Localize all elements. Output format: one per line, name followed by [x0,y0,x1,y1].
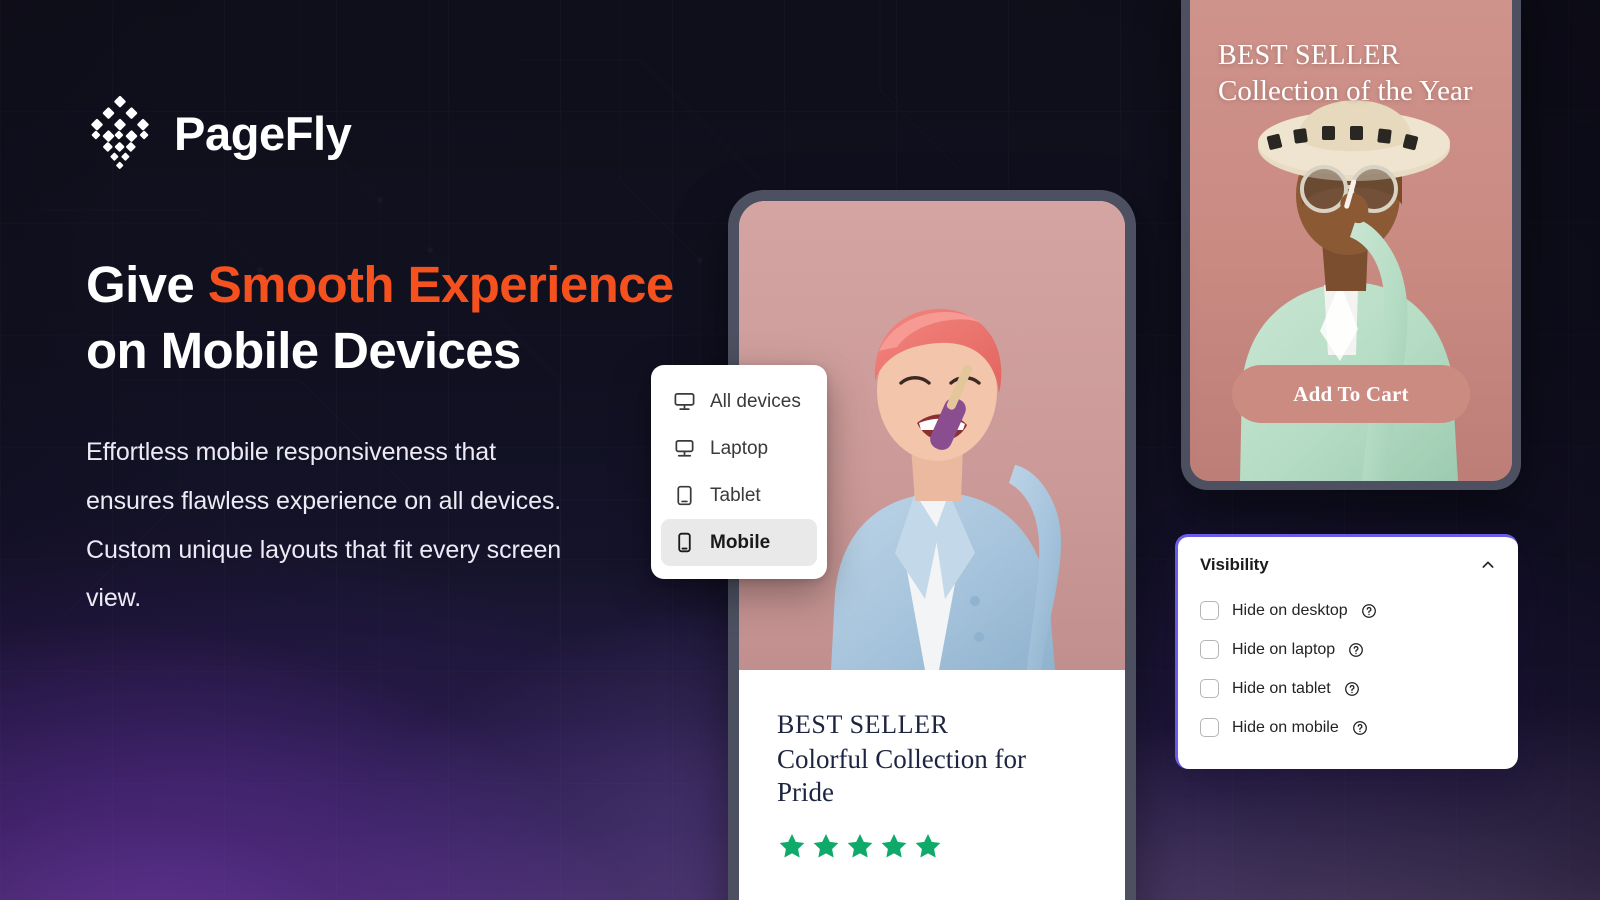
star-icon [779,833,805,858]
tablet-device-preview: BEST SELLER Collection of the Year Add T… [1181,0,1521,490]
star-icon [813,833,839,858]
headline-part-2: on Mobile Devices [86,322,521,380]
device-option-label: Tablet [710,484,761,506]
visibility-option-row[interactable]: Hide on mobile [1200,708,1496,747]
visibility-panel-header[interactable]: Visibility [1200,555,1496,575]
visibility-option-row[interactable]: Hide on tablet [1200,669,1496,708]
device-option-label: All devices [710,390,801,412]
mobile-phone-icon [678,532,691,553]
device-option-all-devices[interactable]: All devices [661,378,817,425]
add-to-cart-button[interactable]: Add To Cart [1232,365,1470,423]
device-option-mobile[interactable]: Mobile [661,519,817,566]
mobile-card-info: BEST SELLER Colorful Collection for Prid… [739,670,1125,900]
device-option-tablet[interactable]: Tablet [661,472,817,519]
headline-part-1: Give [86,256,208,313]
hide-on-desktop-checkbox[interactable] [1200,601,1219,620]
chevron-up-icon[interactable] [1480,557,1496,573]
help-circle-icon[interactable] [1361,603,1377,619]
desktop-monitor-icon [674,392,695,411]
tablet-eyebrow: BEST SELLER [1218,40,1401,71]
visibility-option-label: Hide on mobile [1232,718,1339,736]
visibility-settings-panel: Visibility Hide on desktop Hide on lapto… [1175,534,1518,769]
help-circle-icon[interactable] [1348,642,1364,658]
laptop-icon [675,439,694,457]
device-selector-dropdown[interactable]: All devices Laptop Tablet Mobile [651,365,827,579]
hide-on-tablet-checkbox[interactable] [1200,679,1219,698]
hide-on-laptop-checkbox[interactable] [1200,640,1219,659]
help-circle-icon[interactable] [1352,720,1368,736]
hero-banner: PageFly Give Smooth Experience on Mobile … [0,0,1600,900]
tablet-icon [677,485,692,506]
hide-on-mobile-checkbox[interactable] [1200,718,1219,737]
visibility-option-label: Hide on tablet [1232,679,1331,697]
visibility-panel-title: Visibility [1200,555,1269,574]
star-icon [915,833,941,858]
hero-body-text: Effortless mobile responsiveness that en… [86,438,562,613]
star-icon [881,833,907,858]
pagefly-diamond-logo-icon [91,95,149,169]
visibility-option-label: Hide on desktop [1232,601,1348,619]
rating-stars [777,831,1087,861]
brand-logo[interactable]: PageFly [86,94,352,172]
device-option-label: Laptop [710,437,769,459]
mobile-subtitle: Colorful Collection for Pride [777,743,1026,807]
tablet-card-copy: BEST SELLER Collection of the Year [1218,39,1473,110]
help-circle-icon[interactable] [1344,681,1360,697]
visibility-option-row[interactable]: Hide on desktop [1200,591,1496,630]
device-option-label: Mobile [710,531,771,553]
visibility-option-row[interactable]: Hide on laptop [1200,630,1496,669]
tablet-screen: BEST SELLER Collection of the Year Add T… [1190,0,1512,481]
headline-accent: Smooth Experience [207,256,675,313]
tablet-subtitle: Collection of the Year [1218,74,1473,107]
star-icon [847,833,873,858]
visibility-option-label: Hide on laptop [1232,640,1336,658]
device-option-laptop[interactable]: Laptop [661,425,817,472]
mobile-eyebrow: BEST SELLER [777,710,949,739]
brand-name: PageFly [174,106,352,160]
